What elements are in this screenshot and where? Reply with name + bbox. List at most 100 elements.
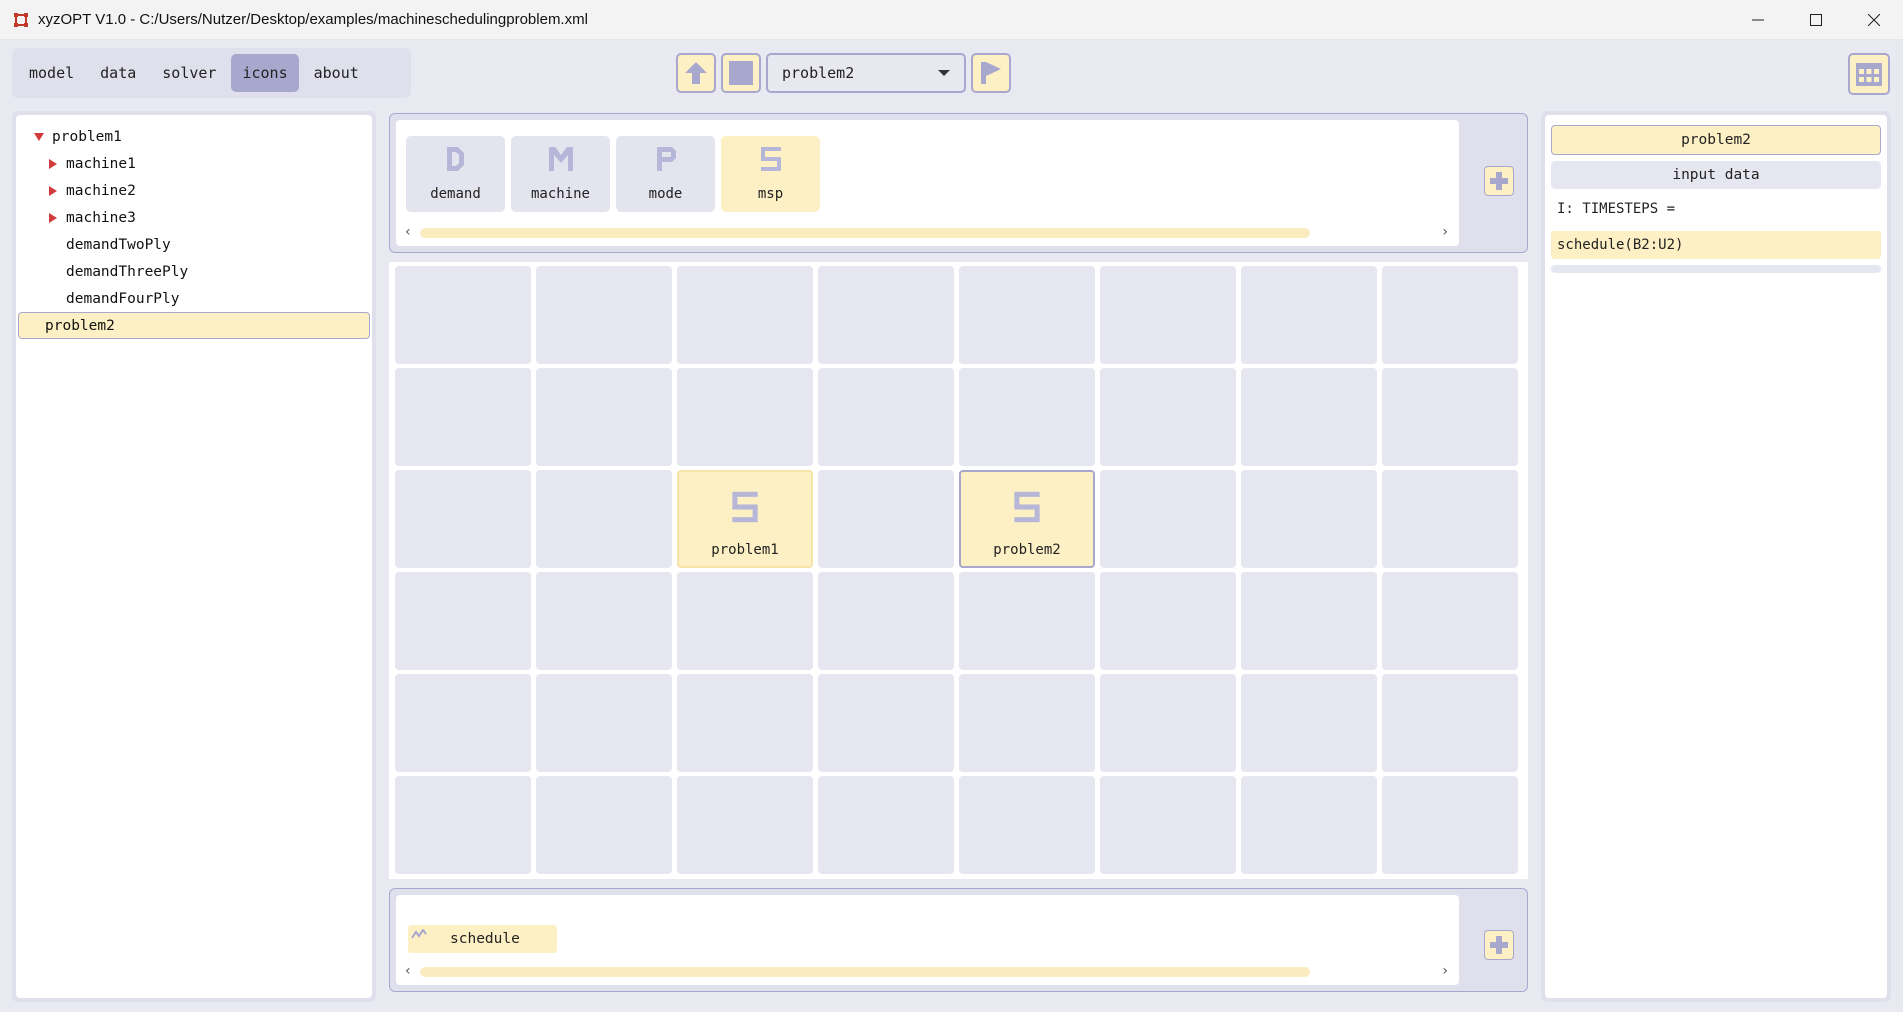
grid-cell[interactable] xyxy=(536,776,672,874)
tree-item-machine2[interactable]: machine2 xyxy=(16,177,372,204)
grid-cell[interactable] xyxy=(959,776,1095,874)
properties-content: problem2 input data I: TIMESTEPS = sched… xyxy=(1545,115,1887,998)
grid-cell[interactable] xyxy=(1241,368,1377,466)
grid-cell[interactable] xyxy=(677,776,813,874)
add-data-item-button[interactable] xyxy=(1484,930,1514,960)
add-icon-button[interactable] xyxy=(1484,166,1514,196)
move-up-button[interactable] xyxy=(676,53,716,93)
tree-item-demandThreePly[interactable]: demandThreePly xyxy=(16,258,372,285)
tree-item-machine1[interactable]: machine1 xyxy=(16,150,372,177)
schedule-range-item[interactable]: schedule(B2:U2) xyxy=(1551,231,1881,259)
tree-item-machine3[interactable]: machine3 xyxy=(16,204,372,231)
grid-cell[interactable] xyxy=(1241,572,1377,670)
expanded-triangle-icon[interactable] xyxy=(34,132,44,142)
menu-solver[interactable]: solver xyxy=(151,54,227,92)
grid-cell[interactable] xyxy=(959,266,1095,364)
grid-cell[interactable] xyxy=(1100,266,1236,364)
grid-icon-problem2[interactable]: problem2 xyxy=(959,470,1095,568)
grid-icon-problem1[interactable]: problem1 xyxy=(677,470,813,568)
grid-cell[interactable] xyxy=(818,368,954,466)
grid-cell[interactable] xyxy=(1241,470,1377,568)
grid-cell[interactable] xyxy=(1382,572,1518,670)
tree-item-problem1[interactable]: problem1 xyxy=(16,123,372,150)
grid-cell[interactable] xyxy=(1382,368,1518,466)
calendar-button[interactable] xyxy=(1848,53,1890,95)
minimize-button[interactable] xyxy=(1729,0,1787,40)
scroll-right-icon[interactable]: › xyxy=(1442,224,1448,240)
model-tree: problem1 machine1 machine2 machine3 dema… xyxy=(16,115,372,998)
grid-cell[interactable] xyxy=(818,470,954,568)
grid-cell[interactable] xyxy=(1100,674,1236,772)
grid-cell[interactable] xyxy=(677,368,813,466)
grid-cell[interactable] xyxy=(1382,674,1518,772)
palette-scroll-thumb[interactable] xyxy=(420,228,1310,238)
palette-item-mode[interactable]: mode xyxy=(616,136,715,212)
scroll-left-icon[interactable]: ‹ xyxy=(405,963,411,979)
tree-item-demandFourPly[interactable]: demandFourPly xyxy=(16,285,372,312)
palette-item-machine[interactable]: machine xyxy=(511,136,610,212)
data-item-schedule[interactable]: schedule xyxy=(408,925,557,953)
grid-cell[interactable] xyxy=(1100,470,1236,568)
plus-icon xyxy=(1490,936,1508,954)
menu-about[interactable]: about xyxy=(303,54,370,92)
scroll-left-icon[interactable]: ‹ xyxy=(405,224,411,240)
run-button[interactable] xyxy=(971,53,1011,93)
tree-item-demandTwoPly[interactable]: demandTwoPly xyxy=(16,231,372,258)
grid-cell[interactable] xyxy=(959,674,1095,772)
palette-scrollbar[interactable]: ‹ › xyxy=(405,224,1448,240)
grid-cell[interactable] xyxy=(818,266,954,364)
collapsed-triangle-icon[interactable] xyxy=(48,185,58,196)
grid-cell[interactable] xyxy=(395,674,531,772)
grid-cell[interactable] xyxy=(1241,674,1377,772)
grid-cell[interactable] xyxy=(1241,266,1377,364)
grid-cell[interactable] xyxy=(818,776,954,874)
grid-cell[interactable] xyxy=(536,674,672,772)
grid-cell[interactable] xyxy=(395,368,531,466)
grid-cell[interactable] xyxy=(1382,776,1518,874)
close-button[interactable] xyxy=(1845,0,1903,40)
grid-cell[interactable] xyxy=(1382,266,1518,364)
palette-item-label: machine xyxy=(530,186,590,202)
grid-cell[interactable] xyxy=(1100,572,1236,670)
grid-cell[interactable] xyxy=(1241,776,1377,874)
data-items-scrollbar[interactable]: ‹ › xyxy=(405,963,1448,979)
grid-cell[interactable] xyxy=(677,572,813,670)
menu-icons[interactable]: icons xyxy=(231,54,299,92)
grid-cell[interactable] xyxy=(395,572,531,670)
grid-cell[interactable] xyxy=(536,368,672,466)
scroll-right-icon[interactable]: › xyxy=(1442,963,1448,979)
grid-cell[interactable] xyxy=(677,266,813,364)
grid-cell[interactable] xyxy=(395,470,531,568)
menu-model[interactable]: model xyxy=(18,54,85,92)
grid-cell[interactable] xyxy=(677,674,813,772)
problem-select[interactable]: problem2 xyxy=(766,53,966,93)
grid-cell[interactable] xyxy=(395,266,531,364)
grid-cell[interactable] xyxy=(1100,776,1236,874)
menu-data[interactable]: data xyxy=(89,54,147,92)
tree-item-problem2[interactable]: problem2 xyxy=(18,312,370,339)
properties-title[interactable]: problem2 xyxy=(1551,125,1881,155)
grid-cell[interactable] xyxy=(818,572,954,670)
tree-item-label: demandFourPly xyxy=(66,290,180,307)
palette-item-msp[interactable]: msp xyxy=(721,136,820,212)
grid-cell[interactable] xyxy=(536,470,672,568)
icon-palette: demand machine mode msp ‹ › xyxy=(396,120,1459,246)
collapsed-triangle-icon[interactable] xyxy=(48,158,58,169)
collapsed-triangle-icon[interactable] xyxy=(48,212,58,223)
zigzag-icon xyxy=(411,929,427,939)
stop-button[interactable] xyxy=(721,53,761,93)
grid-cell[interactable] xyxy=(959,368,1095,466)
properties-scrollbar[interactable] xyxy=(1551,265,1881,273)
grid-cell[interactable] xyxy=(536,266,672,364)
grid-cell[interactable] xyxy=(395,776,531,874)
icon-grid[interactable]: problem1 problem2 xyxy=(389,262,1528,879)
maximize-button[interactable] xyxy=(1787,0,1845,40)
palette-item-demand[interactable]: demand xyxy=(406,136,505,212)
grid-cell[interactable] xyxy=(818,674,954,772)
input-data-header[interactable]: input data xyxy=(1551,161,1881,189)
grid-cell[interactable] xyxy=(1100,368,1236,466)
data-items-scroll-thumb[interactable] xyxy=(420,967,1310,977)
grid-cell[interactable] xyxy=(536,572,672,670)
grid-cell[interactable] xyxy=(959,572,1095,670)
grid-cell[interactable] xyxy=(1382,470,1518,568)
